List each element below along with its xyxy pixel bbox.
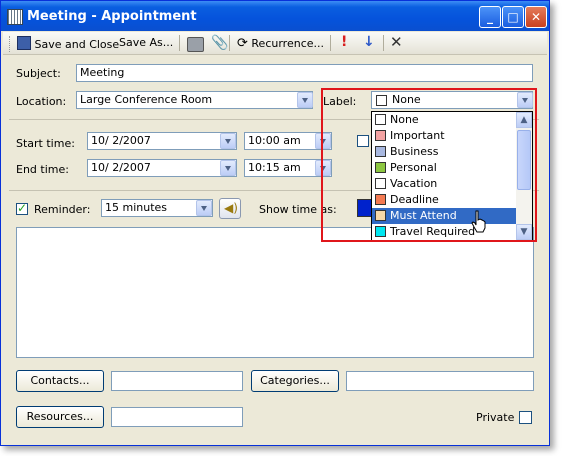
resources-button[interactable]: Resources... bbox=[16, 406, 104, 428]
maximize-button[interactable]: □ bbox=[502, 6, 524, 28]
recurrence-label: Recurrence... bbox=[251, 37, 324, 50]
location-input[interactable]: Large Conference Room bbox=[76, 91, 313, 109]
save-and-close-button[interactable]: Save and Close bbox=[17, 36, 119, 51]
save-as-button[interactable]: Save As... bbox=[119, 36, 173, 49]
minimize-button[interactable]: _ bbox=[479, 6, 501, 28]
save-as-label: Save As... bbox=[119, 36, 174, 49]
start-date-input[interactable]: 10/ 2/2007 bbox=[87, 132, 237, 150]
toolbar-separator bbox=[383, 35, 384, 51]
appointment-window: Meeting - Appointment _ □ ✕ Save and Clo… bbox=[0, 0, 550, 446]
toolbar-separator bbox=[330, 35, 331, 51]
attach-icon[interactable]: 📎 bbox=[211, 35, 228, 51]
subject-label: Subject: bbox=[16, 67, 61, 80]
private-label: Private bbox=[476, 411, 515, 424]
title-bar[interactable]: Meeting - Appointment _ □ ✕ bbox=[1, 1, 549, 31]
end-time-label: End time: bbox=[16, 163, 69, 176]
recurrence-button[interactable]: ⟳ Recurrence... bbox=[237, 36, 324, 51]
location-dropdown-button[interactable] bbox=[297, 92, 313, 108]
delete-icon[interactable]: ✕ bbox=[390, 33, 403, 51]
toolbar-grip[interactable] bbox=[9, 36, 13, 52]
end-date-dropdown-button[interactable] bbox=[220, 160, 236, 176]
reminder-label: Reminder: bbox=[34, 203, 91, 216]
start-time-label: Start time: bbox=[16, 137, 75, 150]
print-icon[interactable] bbox=[187, 37, 204, 52]
calendar-icon bbox=[7, 9, 23, 25]
reminder-sound-button[interactable]: ◀) bbox=[219, 198, 241, 219]
window-title: Meeting - Appointment bbox=[27, 9, 197, 24]
private-checkbox[interactable] bbox=[519, 411, 532, 424]
toolbar-separator bbox=[229, 35, 230, 51]
reminder-dropdown-button[interactable] bbox=[196, 200, 212, 216]
speaker-icon: ◀) bbox=[224, 201, 238, 215]
save-icon bbox=[17, 36, 31, 50]
resources-input[interactable] bbox=[111, 407, 243, 427]
start-date-dropdown-button[interactable] bbox=[220, 133, 236, 149]
reminder-checkbox[interactable] bbox=[16, 201, 28, 215]
recurrence-icon: ⟳ bbox=[237, 36, 248, 51]
categories-button[interactable]: Categories... bbox=[251, 370, 339, 392]
high-importance-icon[interactable]: ! bbox=[341, 34, 347, 50]
hand-cursor-icon bbox=[471, 210, 486, 233]
contacts-input[interactable] bbox=[111, 371, 243, 391]
toolbar-separator bbox=[179, 35, 180, 51]
low-importance-icon[interactable]: ↓ bbox=[363, 34, 375, 50]
highlight-annotation-box bbox=[321, 88, 537, 242]
close-button[interactable]: ✕ bbox=[525, 6, 547, 28]
categories-input[interactable] bbox=[346, 371, 534, 391]
notes-textarea[interactable] bbox=[16, 227, 534, 358]
location-label: Location: bbox=[16, 95, 67, 108]
end-date-input[interactable]: 10/ 2/2007 bbox=[87, 159, 237, 177]
save-and-close-label: Save and Close bbox=[34, 38, 120, 51]
subject-input[interactable]: Meeting bbox=[76, 64, 533, 82]
contacts-button[interactable]: Contacts... bbox=[16, 370, 104, 392]
